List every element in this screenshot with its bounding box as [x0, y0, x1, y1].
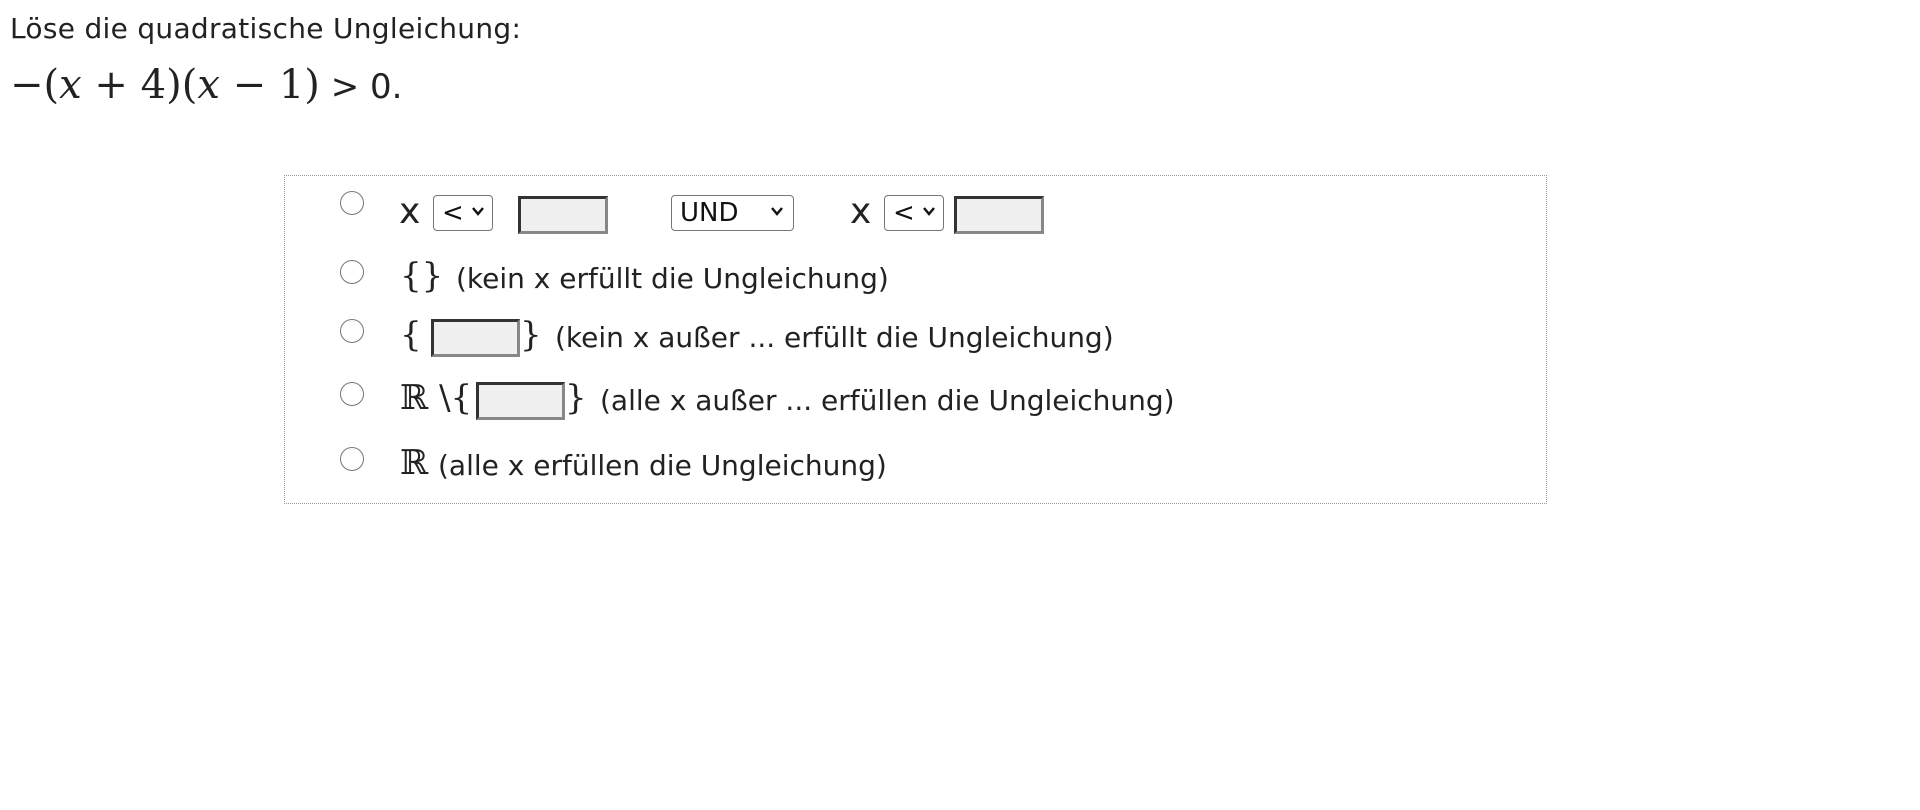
- question-prompt: Löse die quadratische Ungleichung:: [10, 12, 522, 45]
- paren: ): [166, 62, 182, 108]
- operator-right-value: <: [893, 198, 915, 228]
- option-empty-set-radio[interactable]: [340, 260, 364, 284]
- answer-options-panel: x < UND x < {} (kein x erfüllt die Ungle…: [284, 175, 1547, 504]
- reals-except-input[interactable]: [476, 382, 565, 420]
- reals-except-prefix: ℝ \{: [400, 378, 473, 418]
- variable-x: x: [59, 62, 82, 108]
- paren: ): [304, 62, 320, 108]
- chevron-down-icon: [923, 207, 935, 216]
- paren: (: [43, 62, 60, 108]
- brace-close: }: [565, 378, 587, 418]
- brace-close: }: [520, 315, 542, 355]
- single-point-label: (kein x außer ... erfüllt die Ungleichun…: [555, 321, 1114, 354]
- operator-left-value: <: [442, 198, 464, 228]
- operator-right-select[interactable]: <: [884, 195, 944, 231]
- interval-right-input[interactable]: [954, 196, 1044, 234]
- option-interval-radio[interactable]: [340, 191, 364, 215]
- comparison: > 0.: [319, 67, 403, 107]
- chevron-down-icon: [771, 207, 783, 216]
- chevron-down-icon: [472, 207, 484, 216]
- option-single-point-radio[interactable]: [340, 319, 364, 343]
- single-point-input[interactable]: [431, 319, 520, 357]
- connector-value: UND: [680, 198, 739, 228]
- minus-sign: −: [10, 62, 44, 108]
- inequality-formula: −(x + 4)(x − 1) > 0.: [10, 62, 402, 108]
- variable-x-right: x: [850, 191, 872, 232]
- term: + 4: [81, 62, 167, 108]
- variable-x-left: x: [399, 191, 421, 232]
- option-reals-except-radio[interactable]: [340, 382, 364, 406]
- operator-left-select[interactable]: <: [433, 195, 493, 231]
- reals-except-label: (alle x außer ... erfüllen die Ungleichu…: [600, 384, 1175, 417]
- variable-x: x: [197, 62, 220, 108]
- option-all-reals-radio[interactable]: [340, 447, 364, 471]
- interval-left-input[interactable]: [518, 196, 608, 234]
- connector-select[interactable]: UND: [671, 195, 794, 231]
- empty-set-label: (kein x erfüllt die Ungleichung): [456, 262, 889, 295]
- brace-open: {: [400, 315, 422, 355]
- paren: (: [181, 62, 198, 108]
- empty-set-symbol: {}: [400, 256, 444, 296]
- reals-symbol: ℝ: [400, 443, 429, 483]
- term: − 1: [219, 62, 305, 108]
- all-reals-label: (alle x erfüllen die Ungleichung): [438, 449, 887, 482]
